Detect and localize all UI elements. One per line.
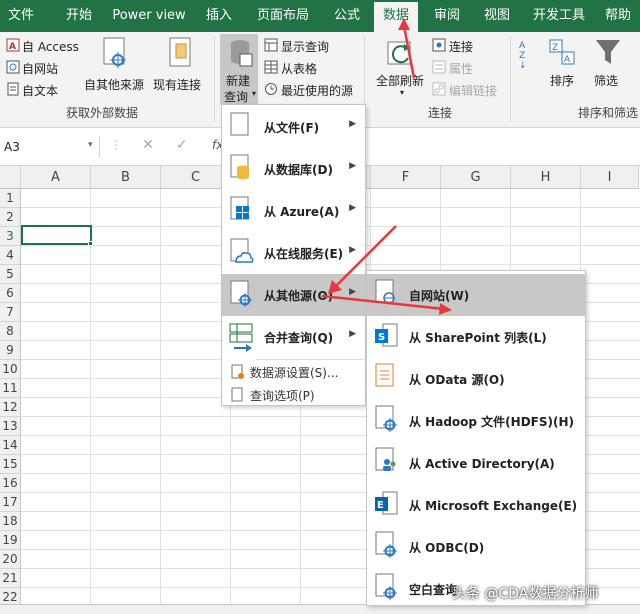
arrow-to-from-web <box>321 294 445 311</box>
arrow-to-data-tab <box>402 25 416 79</box>
arrowhead <box>439 303 452 315</box>
watermark: 头条 @CDA数据分析师 <box>452 586 599 602</box>
arrowhead <box>398 18 410 30</box>
annotation-arrows <box>321 18 452 315</box>
arrow-to-other-sources <box>335 225 397 287</box>
